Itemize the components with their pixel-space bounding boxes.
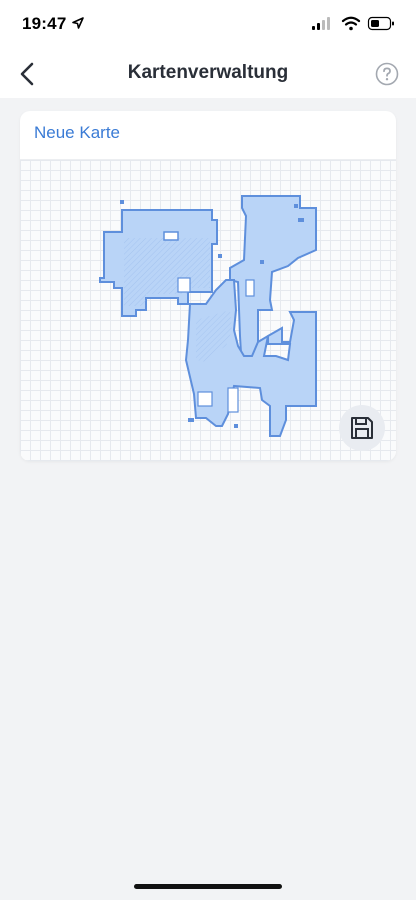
status-bar: 19:47 (0, 0, 416, 50)
wifi-icon (341, 16, 361, 31)
battery-icon (367, 16, 394, 31)
map-card: Neue Karte (20, 111, 396, 461)
save-map-button[interactable] (339, 405, 385, 451)
cellular-signal-icon (312, 17, 330, 30)
home-indicator (134, 884, 282, 889)
card-header: Neue Karte (20, 111, 396, 160)
floor-map (99, 195, 317, 437)
map-view[interactable] (20, 160, 396, 461)
map-management-screen: 19:47 Kartenverwaltung Neue Karte (0, 0, 416, 900)
question-circle-icon[interactable] (375, 62, 399, 86)
map-name-label[interactable]: Neue Karte (34, 123, 120, 143)
page-title: Kartenverwaltung (127, 62, 289, 83)
navigation-bar: Kartenverwaltung (0, 50, 416, 98)
status-icons (312, 16, 394, 31)
status-time: 19:47 (22, 14, 67, 33)
map-floor-area (99, 195, 317, 437)
location-arrow-icon (72, 17, 84, 29)
floppy-disk-icon (351, 417, 373, 439)
